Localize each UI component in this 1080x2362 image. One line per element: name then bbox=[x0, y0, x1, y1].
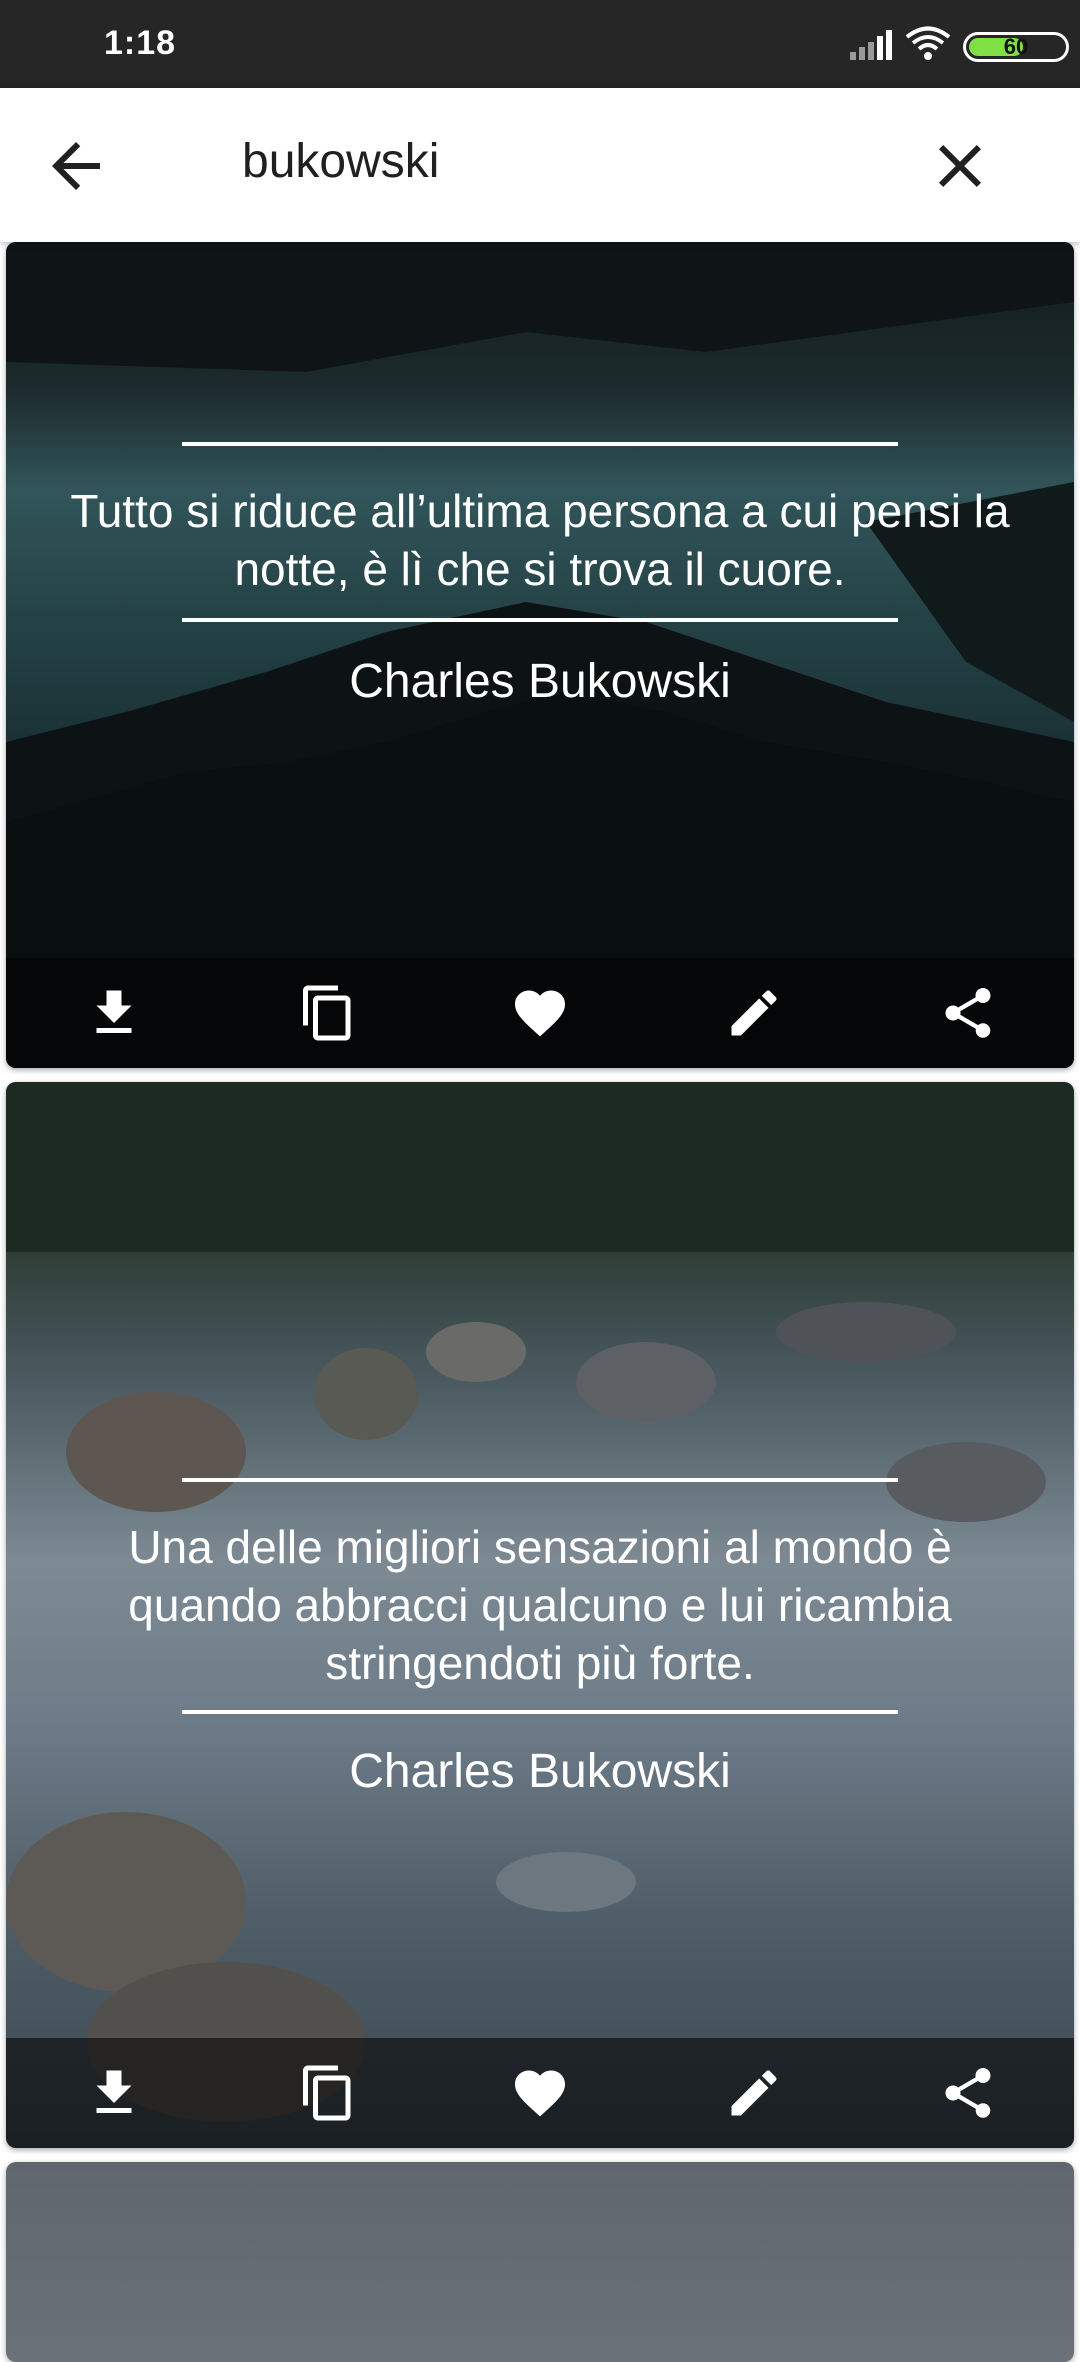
card-action-bar bbox=[6, 2038, 1074, 2148]
battery-icon: 60 bbox=[963, 32, 1069, 62]
heart-icon[interactable] bbox=[510, 983, 570, 1043]
heart-icon[interactable] bbox=[510, 2063, 570, 2123]
edit-icon[interactable] bbox=[724, 2063, 784, 2123]
quote-text: Una delle migliori sensazioni al mondo è… bbox=[128, 1521, 952, 1689]
quote-author: Charles Bukowski bbox=[349, 655, 731, 708]
quote-author: Charles Bukowski bbox=[349, 1745, 731, 1798]
battery-percent: 60 bbox=[1003, 34, 1029, 59]
search-input[interactable]: bukowski bbox=[242, 134, 439, 189]
quote-card[interactable]: Una delle migliori sensazioni al mondo è… bbox=[6, 1082, 1074, 2148]
status-time: 1:18 bbox=[104, 24, 177, 62]
card-action-bar bbox=[6, 958, 1074, 1068]
quote-top-rule bbox=[182, 1478, 898, 1482]
status-bar: 1:18 60 bbox=[0, 0, 1080, 88]
quote-bottom-rule bbox=[182, 1710, 898, 1714]
copy-icon[interactable] bbox=[298, 2063, 358, 2123]
quote-top-rule bbox=[182, 442, 898, 446]
quote-card[interactable]: Tutto si riduce all’ultima persona a cui… bbox=[6, 242, 1074, 1068]
download-icon[interactable] bbox=[84, 983, 144, 1043]
edit-icon[interactable] bbox=[724, 983, 784, 1043]
search-app-bar: bukowski bbox=[0, 88, 1080, 242]
download-icon[interactable] bbox=[84, 2063, 144, 2123]
quote-text: Tutto si riduce all’ultima persona a cui… bbox=[70, 485, 1010, 595]
share-icon[interactable] bbox=[938, 983, 998, 1043]
wifi-icon bbox=[905, 26, 951, 60]
card-background-image bbox=[6, 2162, 1074, 2362]
arrow-back-icon[interactable] bbox=[40, 130, 112, 202]
share-icon[interactable] bbox=[938, 2063, 998, 2123]
signal-icon bbox=[850, 30, 892, 60]
close-icon[interactable] bbox=[924, 130, 996, 202]
quote-card[interactable] bbox=[6, 2162, 1074, 2362]
quote-bottom-rule bbox=[182, 618, 898, 622]
copy-icon[interactable] bbox=[298, 983, 358, 1043]
